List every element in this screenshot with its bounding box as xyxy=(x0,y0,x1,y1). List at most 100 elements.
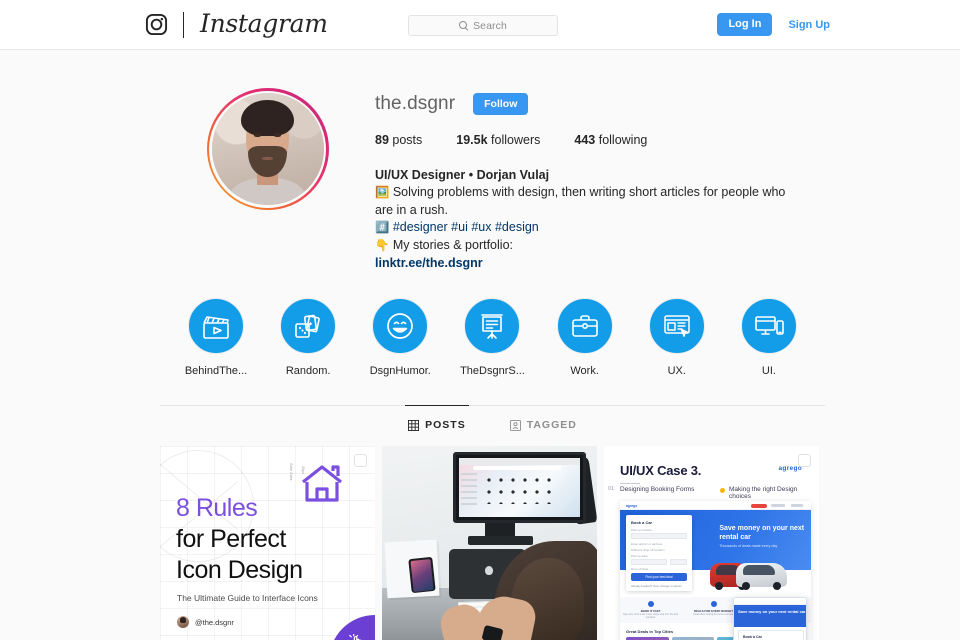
bio-website-link[interactable]: linktr.ee/the.dsgnr xyxy=(375,255,795,272)
profile-info: the.dsgnr Follow 89 posts 19.5k follower… xyxy=(375,88,825,272)
bio-line-2: #️⃣ #designer #ui #ux #design xyxy=(375,219,795,237)
tab-label: POSTS xyxy=(425,419,466,431)
grid-icon xyxy=(408,419,420,431)
highlight-label: DsgnHumor. xyxy=(369,365,431,377)
form-label-2: Different drop-off location xyxy=(631,548,665,552)
clapperboard-icon[interactable] xyxy=(188,298,244,354)
login-button[interactable]: Log In xyxy=(717,12,773,37)
post-handle-row: @the.dsgnr xyxy=(177,616,234,628)
highlight-label: Work. xyxy=(570,365,599,377)
highlight-label: Random. xyxy=(285,365,331,377)
smartphone xyxy=(408,556,436,594)
mobile-hero-title: Save money on your next rental car xyxy=(738,609,806,614)
booking-form-card: Book a Car Pick up location Enter airpor… xyxy=(626,515,692,591)
feature-desc-0: Save time, book a car in one simple step… xyxy=(622,614,679,620)
mock-hero-title: Save money on your next rental car xyxy=(719,525,805,541)
nav-actions: Log In Sign Up xyxy=(717,0,830,49)
stat-posts[interactable]: 89 posts xyxy=(375,133,422,147)
tab-tagged[interactable]: TAGGED xyxy=(509,406,577,431)
picture-emoji: 🖼️ xyxy=(375,187,390,199)
follow-button[interactable]: Follow xyxy=(473,93,529,115)
post-title-line3: Icon Design xyxy=(176,556,303,584)
post-tile-icon-design[interactable]: Safe Area 20px 8 Rules for Perfect Icon … xyxy=(160,446,375,640)
bio-hashtags[interactable]: #designer #ui #ux #design xyxy=(393,220,539,234)
search-input[interactable]: Search xyxy=(408,15,558,36)
corner-marker xyxy=(354,454,367,467)
monitor-phone-icon[interactable] xyxy=(740,298,797,354)
presentation-board-icon[interactable] xyxy=(464,298,521,354)
story-highlights: BehindThe... Random. DsgnHumor. TheDsgnr… xyxy=(160,298,825,377)
post-tile-case-study[interactable]: UI/UX Case 3. agrego 01 Designing Bookin… xyxy=(604,446,819,640)
username-row: the.dsgnr Follow xyxy=(375,93,825,115)
mini-avatar xyxy=(177,616,189,628)
highlight-dsgnhumor[interactable]: DsgnHumor. xyxy=(358,298,442,377)
car-illustrations xyxy=(708,547,811,590)
avatar-column xyxy=(160,88,375,272)
signup-link[interactable]: Sign Up xyxy=(788,19,830,31)
house-icon xyxy=(299,462,345,504)
highlight-ux[interactable]: UX. xyxy=(635,298,719,377)
mock-deals-title: Great Deals in Top Cities xyxy=(626,629,674,634)
case-step-number: 01 xyxy=(608,486,615,492)
highlight-label: TheDsgnrS... xyxy=(460,365,525,377)
profile-username: the.dsgnr xyxy=(375,93,456,114)
mock-submit-button: Find your best deal xyxy=(631,573,687,581)
brand-divider xyxy=(183,11,184,38)
search-icon xyxy=(459,21,468,30)
corner-marker xyxy=(798,454,811,467)
wireframe-cursor-icon[interactable] xyxy=(648,298,705,354)
avatar[interactable] xyxy=(211,93,324,205)
profile-bio: UI/UX Designer • Dorjan Vulaj 🖼️ Solving… xyxy=(375,167,795,272)
date-label-1: Drop off date xyxy=(631,567,649,571)
bio-line-1: 🖼️ Solving problems with design, then wr… xyxy=(375,185,786,217)
yellow-dot-marker xyxy=(720,487,725,493)
hash-emoji: #️⃣ xyxy=(375,222,390,234)
stat-followers[interactable]: 19.5k followers xyxy=(456,133,540,147)
post-grid: Safe Area 20px 8 Rules for Perfect Icon … xyxy=(160,446,825,640)
story-ring[interactable] xyxy=(206,88,329,210)
post-title-purple: 8 Rules xyxy=(176,494,258,522)
profile-stats: 89 posts 19.5k followers 443 following xyxy=(375,133,825,147)
post-tile-desk-photo[interactable] xyxy=(382,446,597,640)
case-caption-1: Designing Booking Forms xyxy=(620,486,695,493)
highlight-behindthe[interactable]: BehindThe... xyxy=(174,298,258,377)
tag-person-icon xyxy=(509,419,521,431)
post-handle: @the.dsgnr xyxy=(195,617,234,627)
dice-cards-icon[interactable] xyxy=(280,298,337,354)
monitor xyxy=(452,452,587,524)
briefcase-icon[interactable] xyxy=(556,298,613,354)
highlight-label: BehindThe... xyxy=(184,365,248,377)
feature-title-0: BOOK IT FAST xyxy=(640,609,661,613)
profile-header: the.dsgnr Follow 89 posts 19.5k follower… xyxy=(160,50,825,272)
bio-fullname: UI/UX Designer • Dorjan Vulaj xyxy=(375,168,550,182)
highlight-random[interactable]: Random. xyxy=(266,298,350,377)
form-label-1: Enter airport or address xyxy=(631,542,663,546)
post-subtitle: The Ultimate Guide to Interface Icons xyxy=(177,593,318,603)
highlight-thedsgnrs[interactable]: TheDsgnrS... xyxy=(450,298,534,377)
case-heading: UI/UX Case 3. xyxy=(620,463,702,478)
highlight-work[interactable]: Work. xyxy=(543,298,627,377)
case-caption-2: Making the right Design choices xyxy=(729,486,798,500)
stat-following[interactable]: 443 following xyxy=(574,133,647,147)
highlight-label: UI. xyxy=(761,365,776,377)
top-navbar: Instagram Search Log In Sign Up xyxy=(0,0,960,50)
pointing-down-emoji: 👇 xyxy=(375,240,390,252)
instagram-brand[interactable]: Instagram xyxy=(145,11,328,38)
highlight-label: UX. xyxy=(667,365,686,377)
smiley-face-icon[interactable] xyxy=(372,298,429,354)
search-placeholder: Search xyxy=(473,19,507,32)
mock-footer-note: Already booked? View, change or cancel xyxy=(631,584,682,588)
instagram-camera-icon[interactable] xyxy=(145,13,168,36)
mobile-mockup: Save money on your next rental car Book … xyxy=(733,597,807,640)
tab-posts[interactable]: POSTS xyxy=(405,405,469,431)
measure-label-safe-area: Safe Area xyxy=(289,463,293,481)
mobile-form-title: Book a Car xyxy=(743,635,762,639)
date-label-0: Pick up date xyxy=(631,554,648,558)
form-title: Book a Car xyxy=(631,520,653,525)
instagram-wordmark[interactable]: Instagram xyxy=(200,11,328,38)
post-title-line2: for Perfect xyxy=(176,525,286,553)
tab-label: TAGGED xyxy=(526,419,577,431)
mock-logo: agrego xyxy=(626,504,638,508)
profile-tabs: POSTS TAGGED xyxy=(160,405,825,431)
highlight-ui[interactable]: UI. xyxy=(727,298,811,377)
